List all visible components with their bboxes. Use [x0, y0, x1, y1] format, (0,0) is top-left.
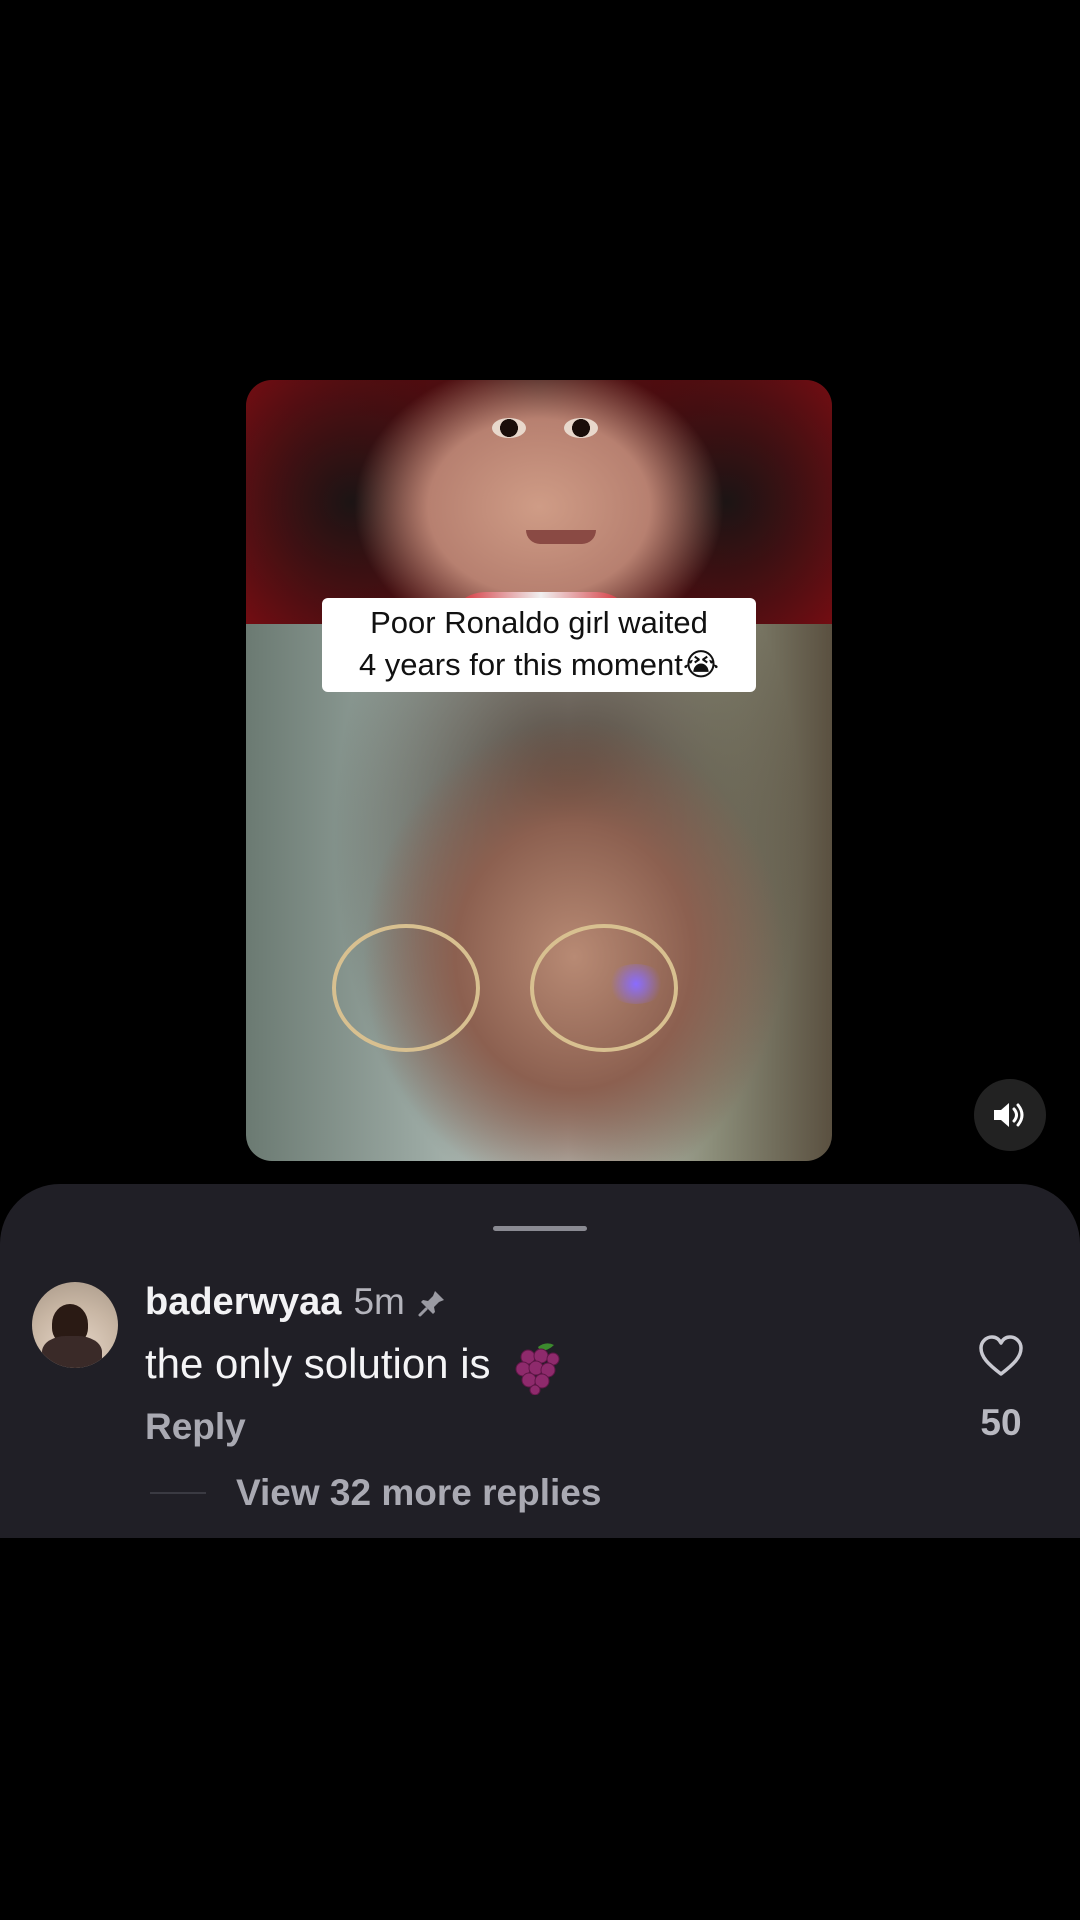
- avatar[interactable]: [32, 1282, 118, 1368]
- comment-timestamp: 5m: [353, 1281, 405, 1322]
- sound-toggle-button[interactable]: [974, 1079, 1046, 1151]
- comment-username[interactable]: baderwyaa: [145, 1280, 341, 1324]
- glasses-lens: [332, 924, 480, 1052]
- pin-icon: [418, 1291, 444, 1317]
- video-frame-bottom: [246, 624, 832, 1161]
- mouth-shape: [526, 530, 596, 544]
- lens-glare: [606, 964, 666, 1004]
- video-caption: Poor Ronaldo girl waited 4 years for thi…: [322, 598, 756, 692]
- comments-sheet: baderwyaa 5m the only solution is Reply …: [0, 1184, 1080, 1538]
- screen: Poor Ronaldo girl waited 4 years for thi…: [0, 0, 1080, 1920]
- speaker-on-icon: [994, 1103, 1024, 1127]
- caption-line: 4 years for this moment😭: [358, 647, 720, 682]
- eye-shape: [564, 418, 598, 438]
- like-count: 50: [980, 1402, 1022, 1443]
- video-frame-top: [246, 380, 832, 632]
- video-player[interactable]: [246, 380, 832, 1161]
- reply-button[interactable]: Reply: [145, 1404, 246, 1450]
- comment-text: the only solution is: [145, 1340, 491, 1387]
- sheet-drag-handle[interactable]: [493, 1226, 587, 1231]
- caption-line: Poor Ronaldo girl waited: [370, 605, 708, 640]
- comment-body: the only solution is: [145, 1336, 564, 1395]
- view-more-replies-button[interactable]: View 32 more replies: [236, 1470, 601, 1516]
- replies-divider: [150, 1492, 206, 1494]
- grapes-icon: [515, 1343, 560, 1395]
- heart-outline-icon[interactable]: [978, 1334, 1024, 1378]
- avatar-figure-body: [42, 1336, 102, 1368]
- comment-header: baderwyaa 5m: [145, 1280, 447, 1324]
- eye-shape: [492, 418, 526, 438]
